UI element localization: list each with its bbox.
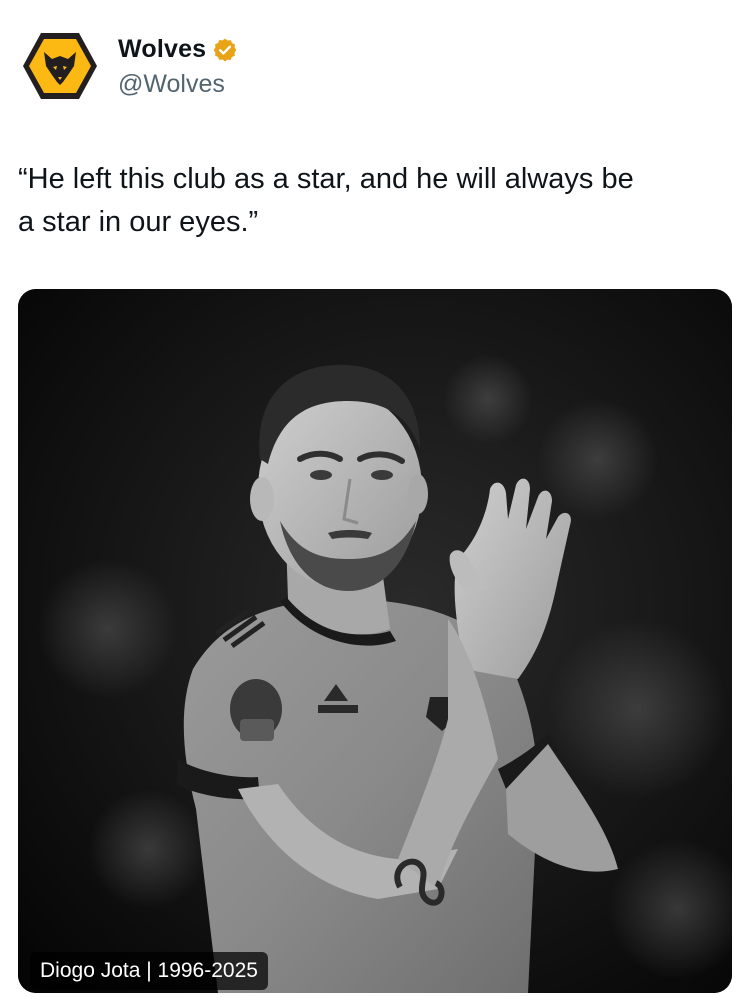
tweet-photo[interactable] — [18, 289, 732, 993]
verified-badge-icon[interactable] — [212, 37, 238, 63]
name-row: Wolves — [118, 34, 238, 66]
tweet-card: Wolves @Wolves “He left this club as a s… — [0, 0, 750, 997]
player-photo — [18, 289, 732, 993]
display-name[interactable]: Wolves — [118, 35, 206, 64]
tweet-text: “He left this club as a star, and he wil… — [18, 163, 634, 238]
tweet-header: Wolves @Wolves — [22, 32, 238, 100]
account-handle[interactable]: @Wolves — [118, 70, 238, 99]
account-names: Wolves @Wolves — [118, 34, 238, 99]
wolf-head-logo-icon[interactable] — [22, 32, 98, 100]
photo-caption: Diogo Jota | 1996-2025 — [30, 952, 268, 990]
